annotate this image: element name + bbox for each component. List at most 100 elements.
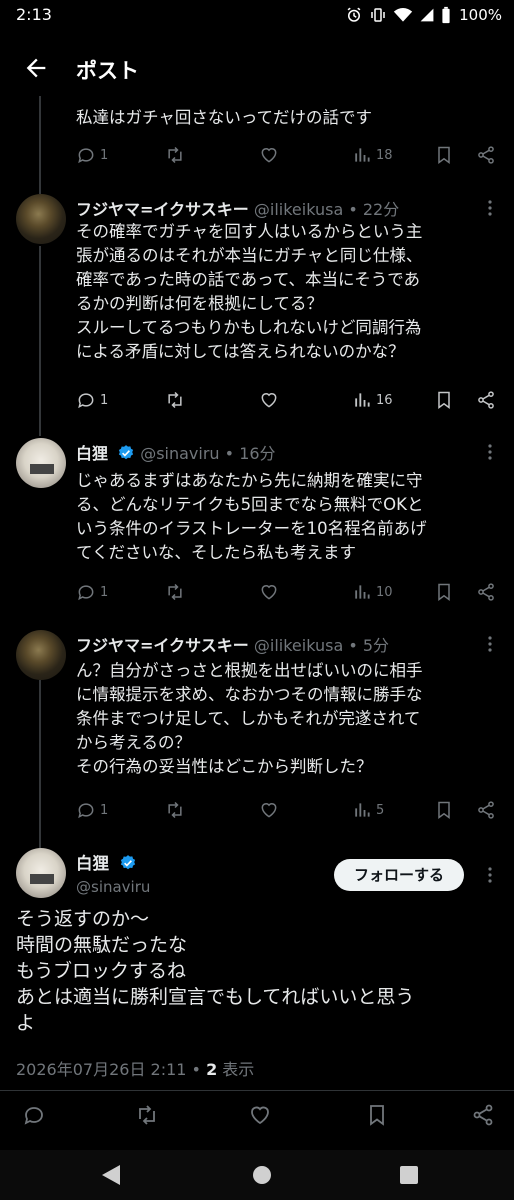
views-button[interactable]: 5 xyxy=(352,798,384,822)
vibrate-icon xyxy=(371,8,385,22)
reply-icon xyxy=(78,585,94,601)
reply-button[interactable]: 1 xyxy=(76,798,108,822)
retweet-icon xyxy=(168,583,182,601)
retweet-button[interactable] xyxy=(164,580,186,604)
status-bar: 2:13 100% xyxy=(0,0,514,30)
views-count: 16 xyxy=(376,392,393,408)
avatar[interactable] xyxy=(16,848,66,898)
share-button[interactable] xyxy=(476,798,496,822)
divider xyxy=(0,1090,514,1091)
avatar-stamp xyxy=(30,874,54,884)
views-button[interactable]: 16 xyxy=(352,388,393,412)
tweet-text: そう返すのか〜 時間の無駄だったな もうブロックするね あとは適当に勝利宣言でも… xyxy=(16,908,415,1034)
tweet-time: 16分 xyxy=(239,444,276,463)
header: ポスト xyxy=(0,42,514,96)
reply-count: 1 xyxy=(100,392,109,408)
user-handle: @sinaviru xyxy=(76,878,151,896)
nav-recents-icon[interactable] xyxy=(398,1163,420,1187)
share-button[interactable] xyxy=(471,1103,495,1127)
share-button[interactable] xyxy=(476,388,496,412)
share-button[interactable] xyxy=(476,143,496,167)
share-button[interactable] xyxy=(476,580,496,604)
like-icon xyxy=(261,393,277,408)
back-arrow-icon xyxy=(26,58,46,78)
thread-line xyxy=(39,246,41,436)
user-name[interactable]: フジヤマ=イクサスキー xyxy=(76,636,249,655)
separator-dot: • xyxy=(348,636,358,655)
bookmark-button[interactable] xyxy=(434,388,454,412)
more-icon[interactable] xyxy=(486,198,494,218)
reply-button[interactable]: 1 xyxy=(76,388,108,412)
reply-count: 1 xyxy=(100,147,109,163)
retweet-button[interactable] xyxy=(164,388,186,412)
like-button[interactable] xyxy=(259,388,279,412)
user-name[interactable]: 白狸 xyxy=(76,444,108,463)
reply-button[interactable]: 1 xyxy=(76,143,108,167)
system-nav-bar xyxy=(0,1150,514,1200)
bookmark-button[interactable] xyxy=(434,798,454,822)
like-button[interactable] xyxy=(248,1103,272,1127)
avatar[interactable] xyxy=(16,194,66,244)
more-icon[interactable] xyxy=(486,865,494,885)
tweet-date: 2026年07月26日 2:11 • xyxy=(16,1060,207,1079)
tweet-header: フジヤマ=イクサスキー @ilikeikusa • 5分 xyxy=(76,632,389,656)
battery-percent: 100% xyxy=(459,6,502,24)
reply-button[interactable] xyxy=(22,1103,46,1127)
retweet-icon xyxy=(168,801,182,819)
like-button[interactable] xyxy=(259,580,279,604)
reply-count: 1 xyxy=(100,802,109,818)
share-icon xyxy=(473,1104,493,1126)
retweet-button[interactable] xyxy=(164,143,186,167)
tweet-text: 私達はガチャ回さないってだけの話です xyxy=(76,108,373,127)
views-count[interactable]: 2 xyxy=(206,1060,217,1079)
retweet-icon xyxy=(139,1105,155,1125)
nav-home-icon[interactable] xyxy=(251,1163,273,1187)
views-label: 表示 xyxy=(217,1060,255,1079)
back-button[interactable] xyxy=(22,54,56,84)
like-button[interactable] xyxy=(259,143,279,167)
views-icon xyxy=(355,393,370,407)
like-icon xyxy=(261,803,277,818)
views-icon xyxy=(355,585,370,599)
follow-button[interactable]: フォローする xyxy=(334,859,464,891)
more-icon[interactable] xyxy=(486,634,494,654)
like-button[interactable] xyxy=(259,798,279,822)
tweet-text: ん？自分がさっさと根拠を出せばいいのに相手 に情報提示を求め、なおかつその情報に… xyxy=(76,661,423,776)
more-icon[interactable] xyxy=(486,442,494,462)
tweet-actions: 1 18 xyxy=(76,143,500,167)
views-icon xyxy=(355,148,370,162)
like-icon xyxy=(261,585,277,600)
like-icon xyxy=(251,1106,269,1125)
bookmark-icon xyxy=(370,1105,384,1126)
bookmark-icon xyxy=(438,146,450,164)
user-handle: @ilikeikusa xyxy=(253,200,344,219)
tweet-meta: 2026年07月26日 2:11 • 2 表示 xyxy=(16,1056,254,1080)
reply-icon xyxy=(24,1107,43,1125)
views-button[interactable]: 18 xyxy=(352,143,393,167)
nav-back-icon[interactable] xyxy=(100,1163,122,1187)
user-name-text: 白狸 xyxy=(76,854,109,873)
tweet-time: 5分 xyxy=(362,636,390,655)
bookmark-button[interactable] xyxy=(434,143,454,167)
views-button[interactable]: 10 xyxy=(352,580,393,604)
verified-badge-icon xyxy=(118,445,134,460)
like-icon xyxy=(261,148,277,163)
user-name[interactable]: フジヤマ=イクサスキー xyxy=(76,200,249,219)
bookmark-button[interactable] xyxy=(434,580,454,604)
wifi-icon xyxy=(393,8,413,22)
user-handle: @ilikeikusa xyxy=(253,636,344,655)
bookmark-icon xyxy=(438,391,450,409)
reply-button[interactable]: 1 xyxy=(76,580,108,604)
retweet-button[interactable] xyxy=(134,1103,160,1127)
status-icons: 100% xyxy=(345,4,502,26)
tweet-text: じゃあるまずはあなたから先に納期を確実に守 る、どんなリテイクも5回までなら無料… xyxy=(76,471,427,562)
views-count: 5 xyxy=(376,802,385,818)
bookmark-button[interactable] xyxy=(365,1103,389,1127)
thread-line xyxy=(39,680,41,852)
avatar[interactable] xyxy=(16,630,66,680)
reply-icon xyxy=(78,393,94,409)
avatar[interactable] xyxy=(16,438,66,488)
retweet-button[interactable] xyxy=(164,798,186,822)
tweet-header: フジヤマ=イクサスキー @ilikeikusa • 22分 xyxy=(76,196,399,220)
user-name[interactable]: 白狸 xyxy=(76,850,137,874)
